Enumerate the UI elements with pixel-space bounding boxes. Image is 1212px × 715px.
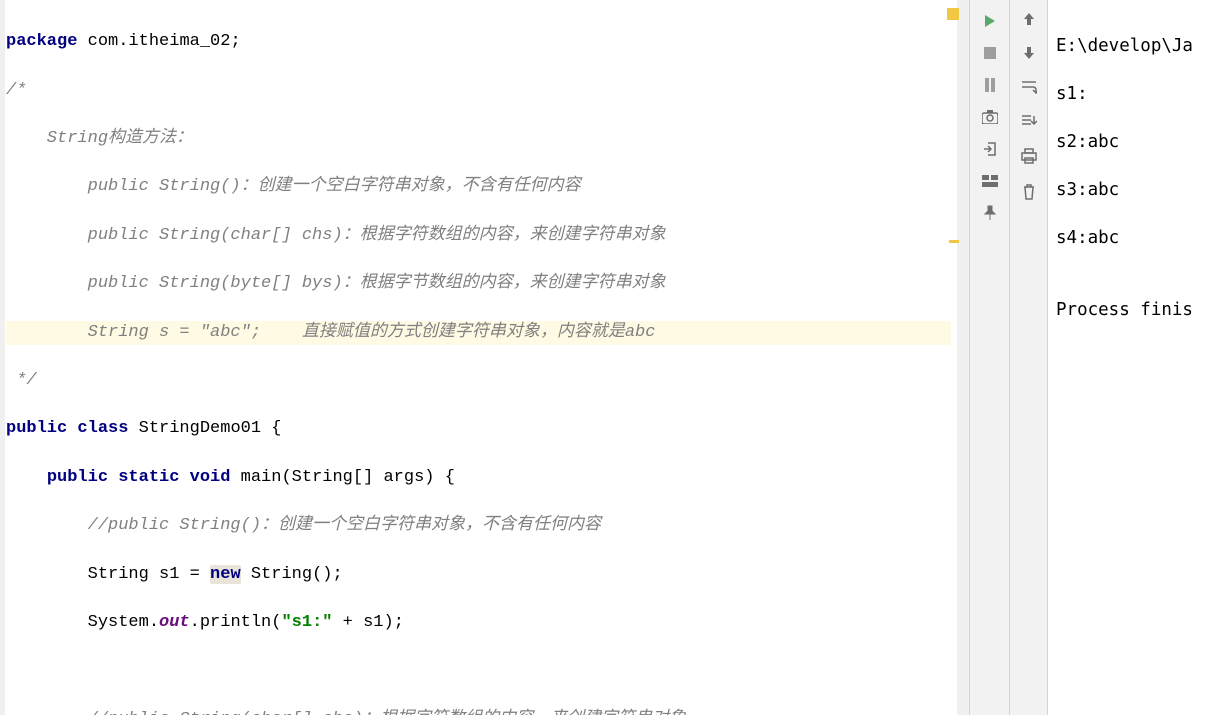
console-line: Process finis <box>1056 298 1204 322</box>
code-line: String s1 = new String(); <box>6 563 951 587</box>
pause-icon[interactable] <box>981 76 999 94</box>
code-line: */ <box>6 369 951 393</box>
code-line: public class StringDemo01 { <box>6 417 951 441</box>
code-line: String构造方法： <box>6 127 951 151</box>
run-icon[interactable] <box>981 12 999 30</box>
code-line <box>6 659 951 683</box>
code-line: public String(char[] chs)：根据字符数组的内容，来创建字… <box>6 224 951 248</box>
pin-icon[interactable] <box>981 204 999 222</box>
code-line: package com.itheima_02; <box>6 30 951 54</box>
trash-icon[interactable] <box>1022 184 1036 206</box>
editor-pane: package com.itheima_02; /* String构造方法： p… <box>0 0 970 715</box>
down-arrow-icon[interactable] <box>1023 46 1035 66</box>
run-toolbar <box>970 0 1010 715</box>
code-area[interactable]: package com.itheima_02; /* String构造方法： p… <box>6 6 951 715</box>
code-line: System.out.println("s1:" + s1); <box>6 611 951 635</box>
console-output[interactable]: E:\develop\Ja s1: s2:abc s3:abc s4:abc P… <box>1048 0 1212 715</box>
code-line: /* <box>6 79 951 103</box>
print-icon[interactable] <box>1021 148 1037 170</box>
code-line: public String()：创建一个空白字符串对象，不含有任何内容 <box>6 175 951 199</box>
scroll-icon[interactable] <box>1021 114 1037 134</box>
console-toolbar <box>1010 0 1048 715</box>
wrap-icon[interactable] <box>1021 80 1037 100</box>
up-arrow-icon[interactable] <box>1023 12 1035 32</box>
camera-icon[interactable] <box>981 108 999 126</box>
console-line: s4:abc <box>1056 226 1204 250</box>
code-line-highlighted: String s = "abc"; 直接赋值的方式创建字符串对象，内容就是abc <box>6 321 951 345</box>
editor-gutter <box>0 0 5 715</box>
layout-icon[interactable] <box>981 172 999 190</box>
code-line: public String(byte[] bys)：根据字节数组的内容，来创建字… <box>6 272 951 296</box>
console-line: s2:abc <box>1056 130 1204 154</box>
exit-icon[interactable] <box>981 140 999 158</box>
code-line: public static void main(String[] args) { <box>6 466 951 490</box>
console-line: s1: <box>1056 82 1204 106</box>
editor-scrollbar[interactable] <box>957 0 969 715</box>
code-line: //public String(char[] chs)：根据字符数组的内容，来创… <box>6 708 951 715</box>
console-line: s3:abc <box>1056 178 1204 202</box>
console-line: E:\develop\Ja <box>1056 34 1204 58</box>
stop-icon[interactable] <box>981 44 999 62</box>
code-line: //public String()：创建一个空白字符串对象，不含有任何内容 <box>6 514 951 538</box>
